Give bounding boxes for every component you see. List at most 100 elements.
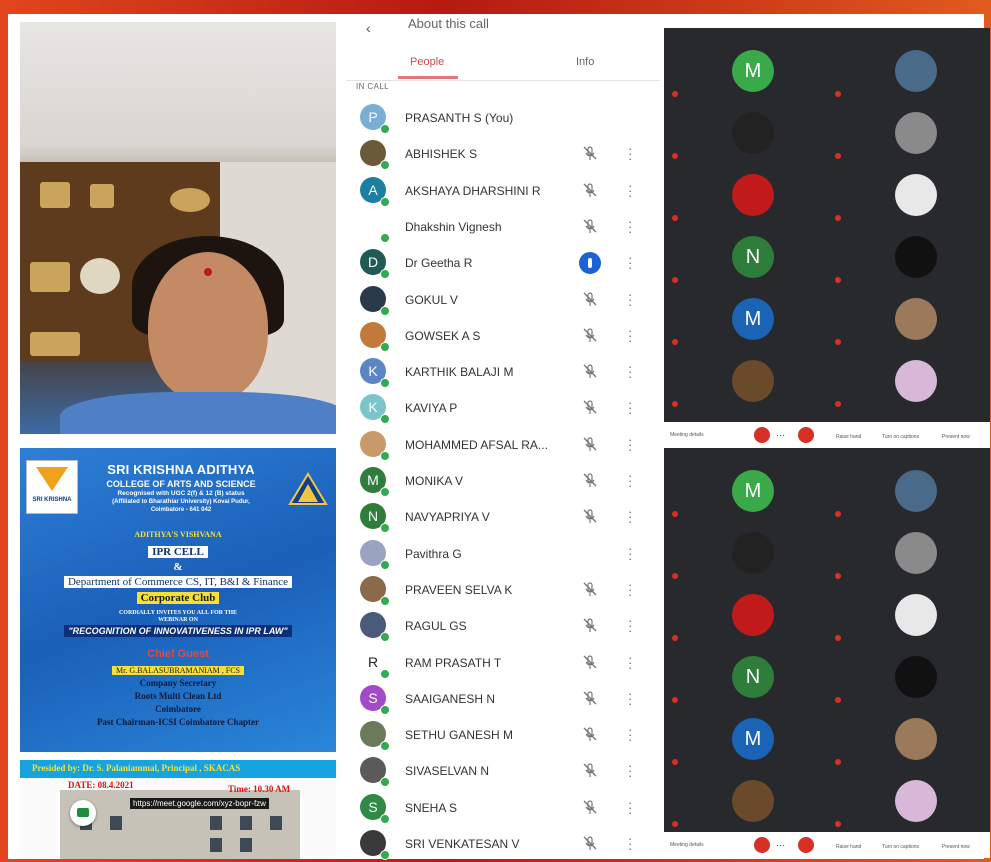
participant-tile[interactable]: M xyxy=(664,286,824,348)
participant-row[interactable]: Pavithra G · · · xyxy=(346,536,660,572)
participant-row[interactable]: S SNEHA S · · · xyxy=(346,790,660,826)
meeting-details-button[interactable]: Meeting details xyxy=(670,432,704,438)
participant-tile[interactable] xyxy=(827,644,987,706)
mic-muted-icon[interactable] xyxy=(582,835,598,851)
participant-tile[interactable]: M xyxy=(664,706,824,768)
captions-button[interactable]: Turn on captions xyxy=(882,434,919,440)
participant-tile[interactable]: M xyxy=(664,458,824,520)
mic-muted-icon[interactable] xyxy=(582,436,598,452)
more-options-icon[interactable]: ··· xyxy=(628,578,632,601)
participant-row[interactable]: Dhakshin Vignesh · · · xyxy=(346,209,660,245)
mic-off-button[interactable] xyxy=(754,427,770,443)
more-options-icon[interactable]: ··· xyxy=(628,505,632,528)
participant-tile[interactable] xyxy=(827,706,987,768)
participant-row[interactable]: K KARTHIK BALAJI M · · · xyxy=(346,354,660,390)
participant-tile[interactable] xyxy=(827,38,987,100)
more-options-icon[interactable]: ··· xyxy=(628,433,632,456)
mic-muted-icon[interactable] xyxy=(582,581,598,597)
participant-tile[interactable]: M xyxy=(664,38,824,100)
mic-muted-icon[interactable] xyxy=(582,508,598,524)
participant-tile[interactable]: N xyxy=(664,224,824,286)
participant-row[interactable]: D Dr Geetha R · · · xyxy=(346,245,660,281)
captions-button[interactable]: Turn on captions xyxy=(882,844,919,850)
participant-row[interactable]: N NAVYAPRIYA V · · · xyxy=(346,499,660,535)
mic-muted-icon[interactable] xyxy=(582,327,598,343)
more-options-icon[interactable]: ··· xyxy=(628,360,632,383)
back-arrow-icon[interactable]: ‹ xyxy=(366,20,371,36)
more-options-icon[interactable]: ··· xyxy=(628,396,632,419)
more-options-icon[interactable]: ··· xyxy=(628,651,632,674)
participant-tile[interactable] xyxy=(827,224,987,286)
tab-info[interactable]: Info xyxy=(576,56,594,68)
participant-tile[interactable] xyxy=(664,768,824,830)
participant-tile[interactable] xyxy=(664,582,824,644)
participant-tile[interactable]: N xyxy=(664,644,824,706)
participant-row[interactable]: SETHU GANESH M · · · xyxy=(346,717,660,753)
mic-muted-icon[interactable] xyxy=(582,218,598,234)
mic-muted-icon[interactable] xyxy=(582,363,598,379)
more-options-icon[interactable]: ··· xyxy=(628,759,632,782)
more-options-icon[interactable]: ··· xyxy=(628,832,632,855)
more-options-icon[interactable]: ··· xyxy=(628,542,632,565)
camera-off-button[interactable] xyxy=(798,837,814,853)
mic-muted-icon[interactable] xyxy=(582,654,598,670)
participant-tile[interactable] xyxy=(827,582,987,644)
tab-people[interactable]: People xyxy=(410,56,444,68)
mic-muted-icon[interactable] xyxy=(582,762,598,778)
participant-row[interactable]: R RAM PRASATH T · · · xyxy=(346,645,660,681)
more-options-icon[interactable]: ··· xyxy=(628,288,632,311)
participant-row[interactable]: A AKSHAYA DHARSHINI R · · · xyxy=(346,173,660,209)
participant-tile[interactable] xyxy=(827,768,987,830)
more-options-icon[interactable]: ··· xyxy=(628,324,632,347)
participant-row[interactable]: SRI VENKATESAN V · · · xyxy=(346,826,660,862)
present-button[interactable]: Present now xyxy=(942,844,970,850)
participant-tile[interactable] xyxy=(827,348,987,410)
mic-muted-icon[interactable] xyxy=(582,690,598,706)
mic-muted-icon[interactable] xyxy=(582,472,598,488)
more-options-icon[interactable]: ··· xyxy=(628,796,632,819)
more-options-icon[interactable]: ··· xyxy=(628,687,632,710)
participant-tile[interactable] xyxy=(664,348,824,410)
participant-row[interactable]: M MONIKA V · · · xyxy=(346,463,660,499)
more-options-icon[interactable]: ··· xyxy=(628,251,632,274)
camera-off-button[interactable] xyxy=(798,427,814,443)
participant-tile[interactable] xyxy=(827,458,987,520)
meeting-details-button[interactable]: Meeting details xyxy=(670,842,704,848)
more-options-icon[interactable]: ··· xyxy=(628,469,632,492)
participant-tile[interactable] xyxy=(664,520,824,582)
participant-row[interactable]: K KAVIYA P · · · xyxy=(346,390,660,426)
more-options-icon[interactable]: ··· xyxy=(776,840,785,850)
meet-link[interactable]: https://meet.google.com/xyz-bopr-fzw xyxy=(130,798,269,809)
participant-tile[interactable] xyxy=(664,100,824,162)
participant-row[interactable]: PRAVEEN SELVA K · · · xyxy=(346,572,660,608)
participant-row[interactable]: MOHAMMED AFSAL RA... · · · xyxy=(346,427,660,463)
mic-muted-icon[interactable] xyxy=(582,799,598,815)
participant-tile[interactable] xyxy=(827,520,987,582)
mic-muted-icon[interactable] xyxy=(582,145,598,161)
participant-tile[interactable] xyxy=(827,100,987,162)
participant-row[interactable]: GOKUL V · · · xyxy=(346,282,660,318)
participant-tile[interactable] xyxy=(664,162,824,224)
participant-row[interactable]: S SAAIGANESH N · · · xyxy=(346,681,660,717)
mic-off-button[interactable] xyxy=(754,837,770,853)
present-button[interactable]: Present now xyxy=(942,434,970,440)
mic-muted-icon[interactable] xyxy=(582,726,598,742)
participant-tile[interactable] xyxy=(827,286,987,348)
raise-hand-button[interactable]: Raise hand xyxy=(836,844,861,850)
participant-row[interactable]: ABHISHEK S · · · xyxy=(346,136,660,172)
mic-muted-icon[interactable] xyxy=(582,617,598,633)
more-options-icon[interactable]: ··· xyxy=(628,723,632,746)
meet-chat-icon[interactable] xyxy=(70,800,96,826)
mic-muted-icon[interactable] xyxy=(582,291,598,307)
more-options-icon[interactable]: ··· xyxy=(628,614,632,637)
participant-tile[interactable] xyxy=(827,162,987,224)
more-options-icon[interactable]: ··· xyxy=(628,179,632,202)
participant-row[interactable]: SIVASELVAN N · · · xyxy=(346,753,660,789)
mic-muted-icon[interactable] xyxy=(582,399,598,415)
participant-row[interactable]: P PRASANTH S (You) xyxy=(346,100,660,136)
more-options-icon[interactable]: ··· xyxy=(628,142,632,165)
mic-muted-icon[interactable] xyxy=(582,182,598,198)
raise-hand-button[interactable]: Raise hand xyxy=(836,434,861,440)
participant-row[interactable]: RAGUL GS · · · xyxy=(346,608,660,644)
more-options-icon[interactable]: ··· xyxy=(776,430,785,440)
